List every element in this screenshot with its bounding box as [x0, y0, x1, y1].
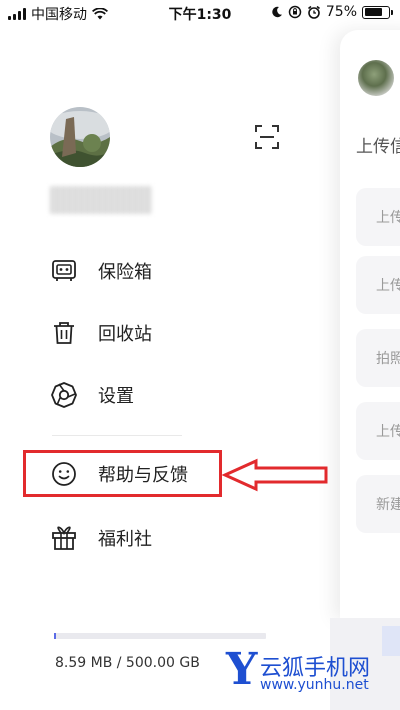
- menu-item-welfare[interactable]: 福利社: [50, 520, 152, 556]
- watermark-logo: Y: [226, 644, 258, 695]
- trash-icon: [54, 322, 74, 344]
- main-action-label: 拍照: [376, 351, 400, 367]
- watermark-url: www.yunhu.net: [260, 677, 369, 693]
- storage-progress-bar: [54, 633, 266, 639]
- annotation-highlight-box: [23, 450, 222, 497]
- main-action-label: 上传: [376, 424, 400, 440]
- avatar[interactable]: [50, 107, 110, 167]
- username-redacted: [50, 186, 152, 214]
- main-action-item[interactable]: 上传: [356, 256, 400, 314]
- settings-icon: [51, 382, 77, 408]
- main-page-card[interactable]: 上传信 上传 上传 拍照 上传 新建: [340, 30, 400, 620]
- menu-label-welfare: 福利社: [98, 529, 152, 550]
- main-action-item[interactable]: 上传: [356, 402, 400, 460]
- safe-icon: [52, 260, 76, 281]
- battery-percent: 75%: [325, 4, 357, 20]
- battery-fill: [364, 8, 382, 16]
- menu-item-vault[interactable]: 保险箱: [50, 253, 152, 289]
- avatar-image: [50, 107, 110, 167]
- main-action-label: 上传: [376, 210, 400, 226]
- status-bar: 中国移动 下午1:30 75%: [0, 0, 400, 26]
- storage-usage-text: 8.59 MB / 500.00 GB: [55, 655, 200, 671]
- scan-icon[interactable]: [254, 124, 280, 150]
- status-right: 75%: [271, 4, 393, 20]
- moon-icon: [272, 6, 282, 18]
- menu-label-settings: 设置: [98, 386, 134, 407]
- menu-divider: [52, 435, 182, 436]
- main-action-label: 上传: [376, 278, 400, 294]
- battery-icon: [362, 5, 393, 19]
- main-avatar[interactable]: [358, 60, 394, 96]
- annotation-arrow-icon: [222, 458, 328, 492]
- alarm-icon: [307, 5, 320, 19]
- main-section-title: 上传信: [356, 137, 400, 157]
- gift-icon: [52, 526, 76, 550]
- main-action-label: 新建: [376, 497, 400, 513]
- storage-used-fill: [54, 633, 57, 639]
- menu-label-vault: 保险箱: [98, 262, 152, 283]
- menu-label-recycle: 回收站: [98, 324, 152, 345]
- main-action-item[interactable]: 拍照: [356, 329, 400, 387]
- main-action-item[interactable]: 上传: [356, 188, 400, 246]
- menu-item-settings[interactable]: 设置: [50, 377, 134, 413]
- orientation-lock-icon: [288, 5, 302, 19]
- watermark: Y 云狐手机网 www.yunhu.net: [226, 644, 400, 700]
- main-action-item[interactable]: 新建: [356, 475, 400, 533]
- menu-item-recycle[interactable]: 回收站: [50, 315, 152, 351]
